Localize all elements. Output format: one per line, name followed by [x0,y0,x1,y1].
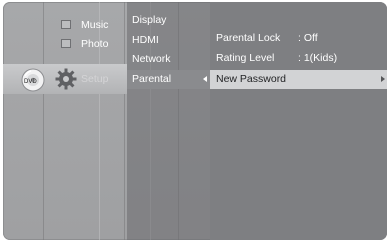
option-value: : Off [298,32,318,44]
submenu-item-parental[interactable]: Parental [132,72,171,86]
submenu-item-display[interactable]: Display [132,13,166,27]
column-divider [43,2,44,240]
menu-item-photo[interactable]: Photo [81,37,108,51]
menu-item-music[interactable]: Music [81,18,108,32]
option-rating-level-value: : 1(Kids) [298,51,337,65]
option-label: Parental Lock [216,32,281,44]
option-value: : 1(Kids) [298,52,338,64]
submenu-item-hdmi[interactable]: HDMI [132,33,159,47]
menu-item-label: Photo [81,38,109,50]
photo-icon [61,39,71,48]
submenu-item-label: Network [132,53,171,65]
option-parental-lock[interactable]: Parental Lock [216,31,280,45]
menu-item-setup[interactable]: Setup [81,72,108,86]
music-icon [61,20,71,29]
submenu-item-label: Parental [132,73,172,85]
option-new-password[interactable]: New Password [216,72,286,86]
option-label: New Password [216,73,287,85]
setup-menu-panel: Music Photo Setup DVD Display HDMI Netwo… [3,2,387,240]
menu-item-label: Music [81,19,109,31]
option-parental-lock-value: : Off [298,31,318,45]
gear-icon [55,68,77,90]
main-menu: Music Photo Setup [48,2,128,240]
screen: Music Photo Setup DVD Display HDMI Netwo… [0,0,390,244]
left-arrow-icon [203,76,207,82]
option-label: Rating Level [216,52,275,64]
menu-item-label: Setup [81,73,109,85]
submenu-item-label: Display [132,14,167,26]
option-rating-level[interactable]: Rating Level [216,51,274,65]
submenu-item-network[interactable]: Network [132,52,171,66]
submenu-item-label: HDMI [132,34,159,46]
setup-submenu: Display HDMI Network Parental [127,2,211,240]
right-arrow-icon [381,76,385,82]
dvd-label: DVD [24,79,37,85]
